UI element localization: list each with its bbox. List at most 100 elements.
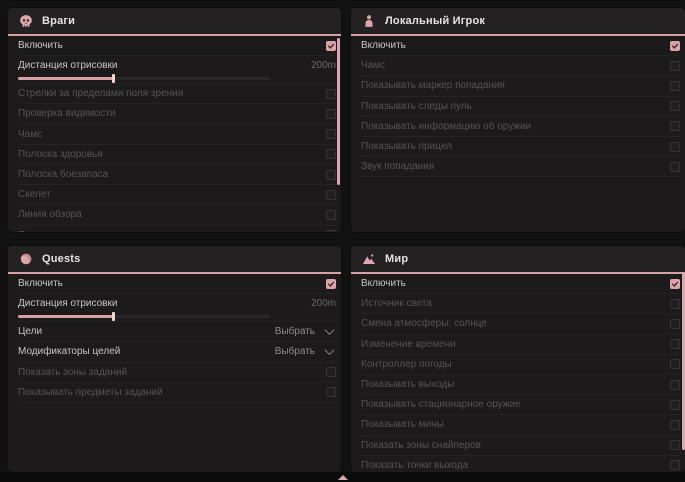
panel-quests-body: Включить Дистанция отрисовки 200m Цели Выбра… xyxy=(8,274,341,472)
dropdown[interactable]: Выбрать xyxy=(275,346,333,357)
setting-row-checkbox[interactable]: Источник света xyxy=(361,294,680,314)
checkbox[interactable] xyxy=(670,299,680,309)
setting-row-checkbox[interactable]: Стрелки за пределами поля зрения xyxy=(18,84,336,104)
checkbox[interactable] xyxy=(670,440,680,450)
setting-row-checkbox[interactable]: Звук попадания xyxy=(361,157,680,177)
setting-label: Дистанция отрисовки xyxy=(18,298,117,309)
checkbox[interactable] xyxy=(326,387,336,397)
panel-world-header[interactable]: Мир xyxy=(351,246,685,274)
setting-row-checkbox[interactable]: Показывать следы пуль xyxy=(18,226,336,233)
scrollbar[interactable] xyxy=(337,38,340,185)
checkbox[interactable] xyxy=(670,162,680,172)
setting-row-checkbox[interactable]: Чамс xyxy=(18,125,336,145)
chevron-down-icon xyxy=(325,346,335,356)
setting-label: Показывать выходы xyxy=(361,379,454,390)
checkbox[interactable] xyxy=(326,109,336,119)
scroll-up-icon[interactable] xyxy=(338,475,348,480)
setting-row-slider[interactable]: Дистанция отрисовки 200m xyxy=(18,294,336,322)
panel-title: Враги xyxy=(42,15,75,27)
slider-value: 200m xyxy=(311,60,336,71)
checkbox[interactable] xyxy=(326,170,336,180)
checkbox[interactable] xyxy=(670,380,680,390)
panel-enemies: Враги ВключитьДистанция отрисовки200mСтр… xyxy=(8,8,341,232)
setting-label: Источник света xyxy=(361,298,432,309)
setting-row-checkbox[interactable]: Показывать следы пуль xyxy=(361,97,680,117)
setting-label: Цели xyxy=(18,326,42,337)
setting-label: Модификаторы целей xyxy=(18,346,120,357)
setting-row-checkbox[interactable]: Показывать выходы xyxy=(361,375,680,395)
checkbox[interactable] xyxy=(326,279,336,289)
dropdown[interactable]: Выбрать xyxy=(275,326,333,337)
setting-row-checkbox[interactable]: Показывать стационарное оружие xyxy=(361,395,680,415)
setting-row-checkbox[interactable]: Показывать прицел xyxy=(361,137,680,157)
setting-row-checkbox[interactable]: Показывать предметы заданий xyxy=(18,383,336,403)
setting-row-checkbox[interactable]: Показать зоны заданий xyxy=(18,363,336,383)
setting-row-checkbox[interactable]: Показывать маркер попадания xyxy=(361,76,680,96)
person-icon xyxy=(362,14,376,28)
dropdown-value: Выбрать xyxy=(275,326,315,337)
skull-icon xyxy=(19,14,33,28)
checkbox[interactable] xyxy=(326,89,336,99)
checkbox[interactable] xyxy=(670,121,680,131)
panel-quests: Quests Включить Дистанция отрисовки 200m Це… xyxy=(8,246,341,472)
setting-row-checkbox[interactable]: Включить xyxy=(18,36,336,56)
setting-row-checkbox[interactable]: Показать зоны снайперов xyxy=(361,436,680,456)
slider[interactable] xyxy=(18,74,270,83)
setting-row-checkbox[interactable]: Включить xyxy=(361,274,680,294)
setting-row-slider[interactable]: Дистанция отрисовки200m xyxy=(18,56,336,84)
setting-row-checkbox[interactable]: Полоска здоровья xyxy=(18,145,336,165)
checkbox[interactable] xyxy=(326,41,336,51)
checkbox[interactable] xyxy=(670,400,680,410)
setting-label: Изменение времени xyxy=(361,339,456,350)
setting-row-checkbox[interactable]: Чамс xyxy=(361,56,680,76)
setting-row-checkbox[interactable]: Изменение времени xyxy=(361,335,680,355)
panel-enemies-header[interactable]: Враги xyxy=(8,8,341,36)
setting-row-checkbox[interactable]: Включить xyxy=(361,36,680,56)
checkbox[interactable] xyxy=(326,190,336,200)
setting-label: Показывать маркер попадания xyxy=(361,80,505,91)
checkbox[interactable] xyxy=(670,142,680,152)
panel-world-body: Включить Источник света Смена атмосферы: с… xyxy=(351,274,685,472)
setting-row-dropdown[interactable]: Цели Выбрать xyxy=(18,322,336,342)
checkbox[interactable] xyxy=(670,81,680,91)
checkbox[interactable] xyxy=(670,460,680,470)
panel-local-player-header[interactable]: Локальный Игрок xyxy=(351,8,685,36)
setting-label: Скелет xyxy=(18,189,51,200)
setting-row-checkbox[interactable]: Показывать информацию об оружии xyxy=(361,117,680,137)
checkbox[interactable] xyxy=(326,129,336,139)
slider[interactable] xyxy=(18,312,270,321)
checkbox[interactable] xyxy=(670,61,680,71)
setting-label: Включить xyxy=(361,40,406,51)
checkbox[interactable] xyxy=(326,367,336,377)
checkbox[interactable] xyxy=(326,149,336,159)
setting-label: Показывать мины xyxy=(361,419,444,430)
setting-row-checkbox[interactable]: Показывать мины xyxy=(361,415,680,435)
setting-row-checkbox[interactable]: Включить xyxy=(18,274,336,294)
slider-fill xyxy=(18,315,114,318)
checkbox[interactable] xyxy=(326,210,336,220)
slider-handle[interactable] xyxy=(112,74,115,83)
setting-row-dropdown[interactable]: Модификаторы целей Выбрать xyxy=(18,342,336,362)
setting-row-checkbox[interactable]: Контроллер погоды xyxy=(361,355,680,375)
setting-row-checkbox[interactable]: Скелет xyxy=(18,185,336,205)
setting-label: Показывать предметы заданий xyxy=(18,387,163,398)
checkbox[interactable] xyxy=(670,420,680,430)
checkbox[interactable] xyxy=(670,359,680,369)
setting-row-checkbox[interactable]: Линия обзора xyxy=(18,205,336,225)
checkbox[interactable] xyxy=(326,230,336,232)
checkbox[interactable] xyxy=(670,339,680,349)
checkbox[interactable] xyxy=(670,101,680,111)
slider-value: 200m xyxy=(311,298,336,309)
mountain-icon xyxy=(362,252,376,266)
setting-row-checkbox[interactable]: Проверка видимости xyxy=(18,104,336,124)
setting-label: Показать зоны снайперов xyxy=(361,440,481,451)
setting-row-checkbox[interactable]: Показать точки выхода xyxy=(361,456,680,472)
slider-handle[interactable] xyxy=(112,312,115,321)
panel-quests-header[interactable]: Quests xyxy=(8,246,341,274)
checkbox[interactable] xyxy=(670,41,680,51)
setting-row-checkbox[interactable]: Смена атмосферы: солнце xyxy=(361,314,680,334)
checkbox[interactable] xyxy=(670,279,680,289)
setting-row-checkbox[interactable]: Полоска боезапаса xyxy=(18,165,336,185)
checkbox[interactable] xyxy=(670,319,680,329)
setting-label: Чамс xyxy=(18,129,42,140)
